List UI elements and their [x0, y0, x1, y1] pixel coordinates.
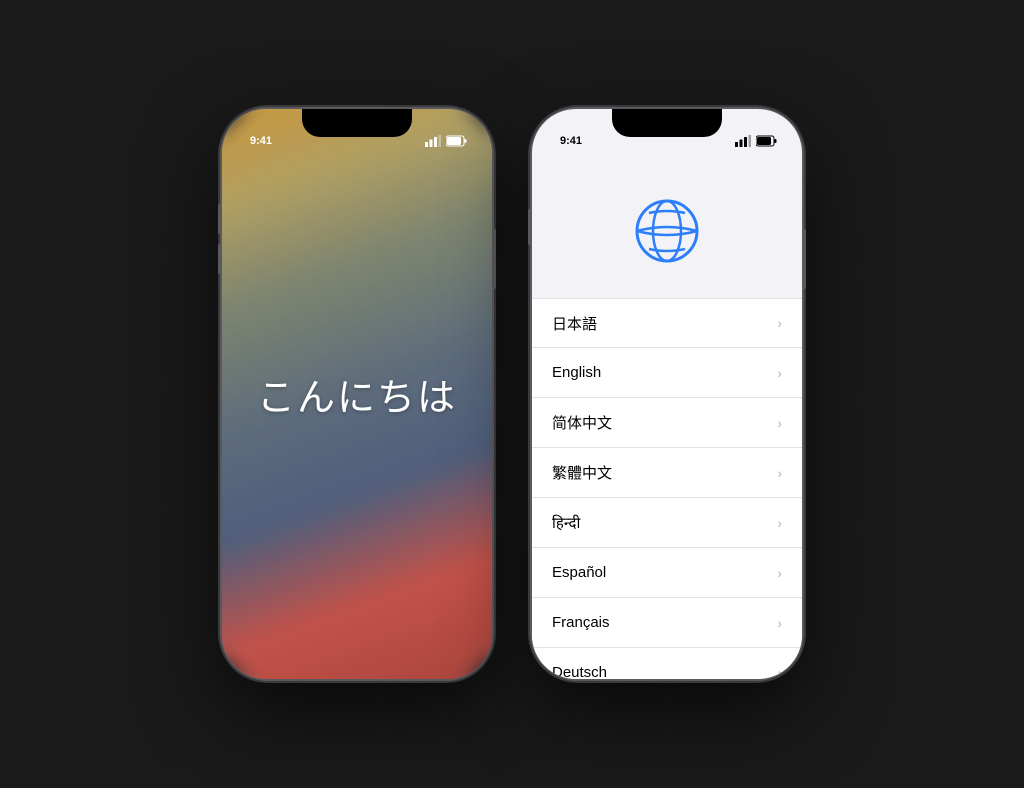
language-item[interactable]: Français ›	[532, 598, 802, 648]
language-item[interactable]: Español ›	[532, 548, 802, 598]
chevron-right-icon: ›	[777, 615, 782, 631]
signal-icon	[425, 135, 441, 147]
right-notch	[612, 109, 722, 137]
chevron-right-icon: ›	[777, 365, 782, 381]
language-item[interactable]: 日本語 ›	[532, 298, 802, 348]
language-name: 简体中文	[552, 412, 612, 433]
battery-icon	[446, 135, 468, 147]
right-phone: 9:41	[532, 109, 802, 679]
chevron-right-icon: ›	[777, 415, 782, 431]
language-item[interactable]: 繁體中文 ›	[532, 448, 802, 498]
language-item[interactable]: English ›	[532, 348, 802, 398]
globe-icon	[635, 199, 699, 268]
chevron-right-icon: ›	[777, 665, 782, 680]
language-content: 日本語›English›简体中文›繁體中文›हिन्दी›Español›Fra…	[532, 159, 802, 679]
battery-icon	[756, 135, 778, 147]
greeting-text: こんにちは	[257, 367, 457, 422]
language-name: English	[552, 364, 601, 381]
language-name: Français	[552, 614, 610, 631]
left-status-time: 9:41	[242, 119, 272, 147]
signal-icon	[735, 135, 751, 147]
language-item[interactable]: 简体中文 ›	[532, 398, 802, 448]
notch	[302, 109, 412, 137]
left-phone: 9:41 こんにちは	[222, 109, 492, 679]
left-phone-screen: 9:41 こんにちは	[222, 109, 492, 679]
chevron-right-icon: ›	[777, 465, 782, 481]
right-phone-screen: 9:41	[532, 109, 802, 679]
language-name: Español	[552, 564, 606, 581]
chevron-right-icon: ›	[777, 565, 782, 581]
chevron-right-icon: ›	[777, 315, 782, 331]
chevron-right-icon: ›	[777, 515, 782, 531]
language-name: 繁體中文	[552, 462, 612, 483]
wallpaper: 9:41 こんにちは	[222, 109, 492, 679]
language-name: Deutsch	[552, 664, 607, 679]
language-list: 日本語›English›简体中文›繁體中文›हिन्दी›Español›Fra…	[532, 298, 802, 679]
language-item[interactable]: हिन्दी ›	[532, 498, 802, 548]
language-name: 日本語	[552, 313, 597, 334]
language-screen: 9:41	[532, 109, 802, 679]
language-item[interactable]: Deutsch ›	[532, 648, 802, 679]
right-status-time: 9:41	[552, 119, 582, 147]
language-name: हिन्दी	[552, 513, 580, 533]
